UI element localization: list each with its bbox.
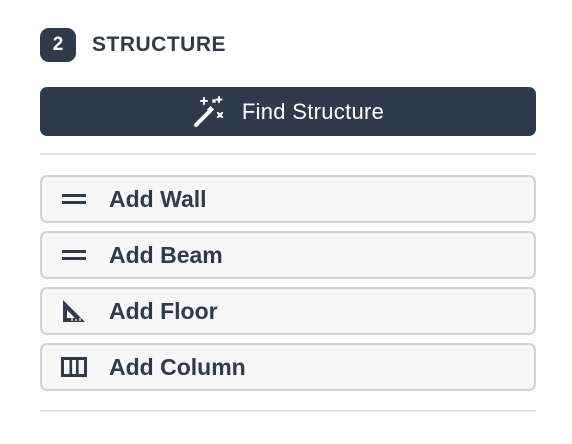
find-structure-label: Find Structure xyxy=(241,98,385,124)
add-beam-button[interactable]: Add Beam xyxy=(40,231,536,279)
divider-bottom xyxy=(40,410,536,412)
add-floor-button[interactable]: Add Floor xyxy=(40,287,536,335)
add-wall-button[interactable]: Add Wall xyxy=(40,175,536,223)
magic-wand-icon xyxy=(192,95,226,129)
add-column-label: Add Column xyxy=(109,353,246,380)
divider-top xyxy=(40,153,536,155)
step-number-badge: 2 xyxy=(40,28,76,62)
find-structure-button[interactable]: Find Structure xyxy=(40,87,536,136)
set-square-icon xyxy=(60,297,88,325)
equals-icon xyxy=(60,185,88,213)
add-beam-label: Add Beam xyxy=(109,241,223,268)
add-wall-label: Add Wall xyxy=(109,185,207,212)
add-floor-label: Add Floor xyxy=(109,297,218,324)
equals-icon xyxy=(60,241,88,269)
structure-panel: 2 STRUCTURE Find Structure Add Wall Add … xyxy=(0,0,572,444)
section-header: 2 STRUCTURE xyxy=(40,28,226,62)
add-column-button[interactable]: Add Column xyxy=(40,343,536,391)
section-title: STRUCTURE xyxy=(92,33,226,56)
columns-icon xyxy=(60,353,88,381)
